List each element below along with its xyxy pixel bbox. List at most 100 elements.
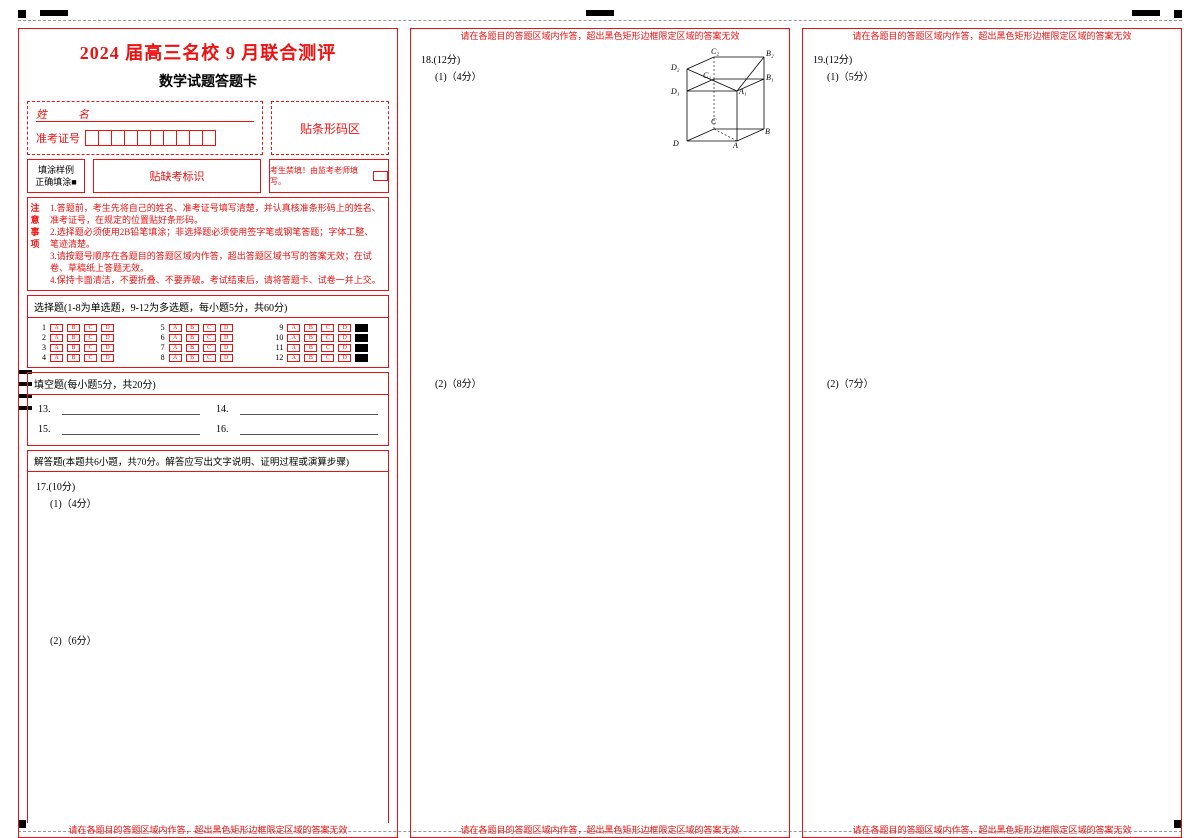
fillin-line[interactable]: 14. bbox=[216, 401, 378, 415]
q18-part2: (2)（8分） bbox=[435, 375, 781, 390]
mc-row[interactable]: 8ABCD bbox=[153, 353, 264, 362]
mc-header: 选择题(1-8为单选题，9-12为多选题，每小题5分，共60分) bbox=[28, 296, 388, 318]
mc-row[interactable]: 4ABCD bbox=[34, 353, 145, 362]
prism-label: A₁ bbox=[739, 87, 747, 96]
mc-bubble[interactable]: D bbox=[101, 344, 114, 352]
mc-bubble[interactable]: D bbox=[220, 334, 233, 342]
barcode-area[interactable]: 贴条形码区 bbox=[271, 101, 389, 155]
mc-bubble[interactable]: C bbox=[203, 324, 216, 332]
mc-grid[interactable]: 1ABCD2ABCD3ABCD4ABCD5ABCD6ABCD7ABCD8ABCD… bbox=[28, 318, 388, 367]
footer-warning: 请在各题目的答题区域内作答，超出黑色矩形边框限定区域的答案无效 bbox=[411, 823, 789, 837]
mc-row[interactable]: 2ABCD bbox=[34, 333, 145, 342]
mc-bubble[interactable]: D bbox=[338, 324, 351, 332]
fillin-line[interactable]: 16. bbox=[216, 421, 378, 435]
mc-bubble[interactable]: B bbox=[186, 354, 199, 362]
q17-part2: (2)（6分） bbox=[50, 632, 380, 647]
mc-bubble[interactable]: A bbox=[287, 324, 300, 332]
answer-sheet: 2024 届高三名校 9 月联合测评 数学试题答题卡 姓 名 准考证号 贴条形码… bbox=[0, 0, 1200, 838]
free-response-q17: 解答题(本题共6小题，共70分。解答应写出文字说明、证明过程或演算步骤) 17.… bbox=[27, 450, 389, 823]
id-label: 准考证号 bbox=[36, 130, 80, 146]
mc-bubble[interactable]: C bbox=[84, 344, 97, 352]
mc-bubble[interactable]: C bbox=[321, 334, 334, 342]
mc-row[interactable]: 10 ABCD bbox=[271, 333, 382, 342]
free-header: 解答题(本题共6小题，共70分。解答应写出文字说明、证明过程或演算步骤) bbox=[27, 450, 389, 471]
q18-body[interactable]: 18.(12分) (1)（4分） (2)（8分） bbox=[411, 43, 789, 823]
mc-number: 1 bbox=[34, 323, 46, 332]
mc-bubble[interactable]: D bbox=[101, 354, 114, 362]
mc-bubble[interactable]: B bbox=[304, 334, 317, 342]
mc-bubble[interactable]: B bbox=[67, 334, 80, 342]
mc-bubble[interactable]: D bbox=[338, 354, 351, 362]
invigilator-sign-box: 考生禁填！由监考老师填写。 bbox=[269, 159, 389, 193]
mc-row[interactable]: 12 ABCD bbox=[271, 353, 382, 362]
mc-bubble[interactable]: B bbox=[186, 334, 199, 342]
mc-bubble[interactable]: C bbox=[84, 334, 97, 342]
notice-body: 1.答题前，考生先将自己的姓名、准考证号填写清楚，并认真核准条形码上的姓名、准考… bbox=[44, 198, 388, 290]
mc-bubble[interactable]: D bbox=[220, 344, 233, 352]
mc-bubble[interactable]: D bbox=[220, 354, 233, 362]
mc-bubble[interactable]: A bbox=[50, 324, 63, 332]
mc-row[interactable]: 7ABCD bbox=[153, 343, 264, 352]
mc-number: 12 bbox=[271, 353, 283, 362]
panel-info: 2024 届高三名校 9 月联合测评 数学试题答题卡 姓 名 准考证号 贴条形码… bbox=[18, 28, 398, 838]
prism-label: D bbox=[673, 139, 679, 148]
mc-row[interactable]: 9ABCD bbox=[271, 323, 382, 332]
mc-bubble[interactable]: B bbox=[304, 324, 317, 332]
mc-bubble[interactable]: A bbox=[287, 354, 300, 362]
exam-title: 2024 届高三名校 9 月联合测评 bbox=[27, 39, 389, 65]
q17-body[interactable]: 17.(10分) (1)（4分） (2)（6分） bbox=[27, 471, 389, 823]
mc-row[interactable]: 5ABCD bbox=[153, 323, 264, 332]
mc-bubble[interactable]: D bbox=[101, 334, 114, 342]
mc-bubble[interactable]: C bbox=[203, 354, 216, 362]
mc-bubble[interactable]: B bbox=[67, 354, 80, 362]
mc-bubble[interactable]: A bbox=[169, 354, 182, 362]
mc-bubble[interactable]: A bbox=[169, 324, 182, 332]
mc-bubble[interactable]: A bbox=[50, 354, 63, 362]
mc-bubble[interactable]: C bbox=[84, 324, 97, 332]
fillin-line[interactable]: 13. bbox=[38, 401, 200, 415]
id-boxes[interactable] bbox=[86, 130, 216, 146]
mc-bubble[interactable]: B bbox=[67, 344, 80, 352]
mc-bubble[interactable]: D bbox=[220, 324, 233, 332]
fill-example-title: 填涂样例 bbox=[32, 164, 80, 176]
mc-number: 10 bbox=[271, 333, 283, 342]
q19-body[interactable]: 19.(12分) (1)（5分） (2)（7分） bbox=[803, 43, 1181, 823]
mc-bubble[interactable]: D bbox=[338, 344, 351, 352]
prism-label: D₁ bbox=[671, 87, 680, 96]
mc-bubble[interactable]: C bbox=[321, 344, 334, 352]
prism-figure: A B C D A₁ B₁ C₁ D₁ B₂ C₂ D₂ bbox=[667, 51, 777, 147]
mc-bubble[interactable]: B bbox=[304, 354, 317, 362]
title-block: 2024 届高三名校 9 月联合测评 数学试题答题卡 bbox=[19, 29, 397, 97]
mc-bubble[interactable]: C bbox=[321, 324, 334, 332]
fillin-header: 填空题(每小题5分，共20分) bbox=[28, 373, 388, 395]
reg-mark bbox=[1132, 10, 1160, 16]
fillin-line[interactable]: 15. bbox=[38, 421, 200, 435]
mc-row[interactable]: 11ABCD bbox=[271, 343, 382, 352]
mc-bubble[interactable]: B bbox=[186, 344, 199, 352]
mc-number: 7 bbox=[153, 343, 165, 352]
mc-bubble[interactable]: B bbox=[67, 324, 80, 332]
mc-bubble[interactable]: C bbox=[321, 354, 334, 362]
mc-bubble[interactable]: A bbox=[169, 334, 182, 342]
mc-bubble[interactable]: C bbox=[203, 334, 216, 342]
mc-row[interactable]: 1ABCD bbox=[34, 323, 145, 332]
mc-bubble[interactable]: A bbox=[169, 344, 182, 352]
mc-bubble[interactable]: C bbox=[203, 344, 216, 352]
absent-mark-box[interactable]: 贴缺考标识 bbox=[93, 159, 261, 193]
mc-bubble[interactable]: A bbox=[50, 344, 63, 352]
mc-bubble[interactable]: B bbox=[304, 344, 317, 352]
notice-box: 注 意 事 项 1.答题前，考生先将自己的姓名、准考证号填写清楚，并认真核准条形… bbox=[27, 197, 389, 291]
notice-line: 3.请按题号顺序在各题目的答题区域内作答，超出答题区域书写的答案无效；在试卷、草… bbox=[50, 250, 382, 274]
mc-bubble[interactable]: A bbox=[287, 334, 300, 342]
mc-bubble[interactable]: D bbox=[101, 324, 114, 332]
timing-mark bbox=[355, 334, 368, 342]
mc-bubble[interactable]: C bbox=[84, 354, 97, 362]
invigilator-checkbox[interactable] bbox=[373, 171, 388, 181]
mc-bubble[interactable]: A bbox=[287, 344, 300, 352]
mc-bubble[interactable]: A bbox=[50, 334, 63, 342]
mc-bubble[interactable]: D bbox=[338, 334, 351, 342]
invigilator-sign-text: 考生禁填！由监考老师填写。 bbox=[270, 165, 370, 187]
mc-bubble[interactable]: B bbox=[186, 324, 199, 332]
mc-row[interactable]: 6ABCD bbox=[153, 333, 264, 342]
mc-row[interactable]: 3ABCD bbox=[34, 343, 145, 352]
